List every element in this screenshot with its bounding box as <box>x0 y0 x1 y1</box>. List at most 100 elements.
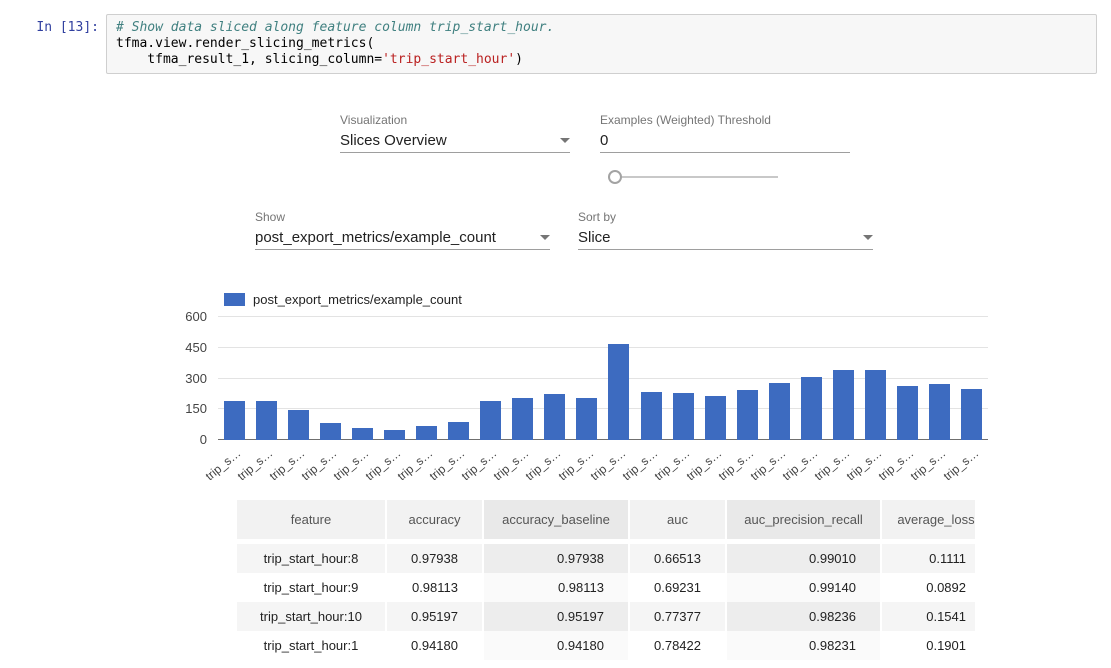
threshold-control: Examples (Weighted) Threshold 0 <box>600 113 850 184</box>
bar[interactable] <box>288 410 309 440</box>
table-row[interactable]: trip_start_hour:100.951970.951970.773770… <box>237 602 975 631</box>
threshold-slider[interactable] <box>608 170 778 184</box>
sort-label: Sort by <box>578 210 873 224</box>
bar[interactable] <box>801 377 822 440</box>
code-editor[interactable]: # Show data sliced along feature column … <box>106 14 1097 74</box>
metric-cell: 0.95197 <box>387 602 484 631</box>
metric-cell: 0.95197 <box>484 602 630 631</box>
controls-row-1: Visualization Slices Overview Examples (… <box>340 113 1111 184</box>
bar[interactable] <box>512 398 533 440</box>
bar[interactable] <box>544 394 565 440</box>
sort-value: Slice <box>578 229 611 246</box>
controls-row-2: Show post_export_metrics/example_count S… <box>255 210 1111 250</box>
bar-series <box>218 317 988 440</box>
bar[interactable] <box>448 422 469 440</box>
metric-cell: 0.97938 <box>387 544 484 573</box>
bar-slot <box>667 393 699 440</box>
bar[interactable] <box>833 370 854 440</box>
bar[interactable] <box>865 370 886 440</box>
code-comment: # Show data sliced along feature column … <box>116 20 554 35</box>
column-header-auc_precision_recall[interactable]: auc_precision_recall <box>727 500 882 544</box>
bar-slot <box>892 386 924 440</box>
bar-slot <box>795 377 827 440</box>
bar-slot <box>860 370 892 440</box>
bar[interactable] <box>769 383 790 440</box>
metric-cell: 0.98113 <box>387 573 484 602</box>
y-axis-tick-label: 300 <box>165 372 207 386</box>
bar[interactable] <box>480 401 501 440</box>
table-header-row: featureaccuracyaccuracy_baselineaucauc_p… <box>237 500 975 544</box>
feature-cell: trip_start_hour:10 <box>237 602 387 631</box>
legend-swatch <box>224 293 245 306</box>
bar-slot <box>731 390 763 440</box>
column-header-accuracy_baseline[interactable]: accuracy_baseline <box>484 500 630 544</box>
sort-control: Sort by Slice <box>578 210 873 250</box>
bar-slot <box>250 401 282 440</box>
threshold-value: 0 <box>600 132 608 149</box>
metric-cell: 0.99010 <box>727 544 882 573</box>
bar-slot <box>763 383 795 440</box>
bar[interactable] <box>320 423 341 440</box>
table-row[interactable]: trip_start_hour:90.981130.981130.692310.… <box>237 573 975 602</box>
bar-slot <box>314 423 346 440</box>
bar[interactable] <box>608 344 629 440</box>
y-axis-tick-label: 150 <box>165 402 207 416</box>
table-row[interactable]: trip_start_hour:10.941800.941800.784220.… <box>237 631 975 660</box>
metric-cell: 0.0892 <box>882 573 975 602</box>
code-line-2: tfma.view.render_slicing_metrics( <box>116 36 374 51</box>
bar[interactable] <box>673 393 694 440</box>
bar-slot <box>282 410 314 440</box>
bar[interactable] <box>897 386 918 440</box>
y-axis-tick-label: 0 <box>165 433 207 447</box>
chart-plot: 0150300450600 <box>218 317 988 440</box>
visualization-dropdown[interactable]: Slices Overview <box>340 132 570 153</box>
column-header-accuracy[interactable]: accuracy <box>387 500 484 544</box>
metric-cell: 0.77377 <box>630 602 727 631</box>
metric-cell: 0.1111 <box>882 544 975 573</box>
metrics-table-container: featureaccuracyaccuracy_baselineaucauc_p… <box>237 500 975 660</box>
bar[interactable] <box>576 398 597 440</box>
slider-track[interactable] <box>608 176 778 178</box>
x-axis-tick: trip_s… <box>956 440 988 482</box>
y-axis-tick-label: 450 <box>165 341 207 355</box>
table-row[interactable]: trip_start_hour:80.979380.979380.665130.… <box>237 544 975 573</box>
bar[interactable] <box>352 428 373 440</box>
show-dropdown[interactable]: post_export_metrics/example_count <box>255 229 550 250</box>
bar[interactable] <box>737 390 758 440</box>
bar-slot <box>218 401 250 440</box>
threshold-input[interactable]: 0 <box>600 132 850 153</box>
bar-slot <box>507 398 539 440</box>
metric-cell: 0.99140 <box>727 573 882 602</box>
bar-slot <box>956 389 988 440</box>
y-axis-tick-label: 600 <box>165 310 207 324</box>
bar[interactable] <box>705 396 726 440</box>
column-header-feature[interactable]: feature <box>237 500 387 544</box>
cell-prompt: In [13]: <box>0 14 106 74</box>
metric-cell: 0.98113 <box>484 573 630 602</box>
bar[interactable] <box>929 384 950 440</box>
visualization-label: Visualization <box>340 113 570 127</box>
bar[interactable] <box>641 392 662 440</box>
bar[interactable] <box>416 426 437 440</box>
metric-cell: 0.69231 <box>630 573 727 602</box>
feature-cell: trip_start_hour:1 <box>237 631 387 660</box>
metric-cell: 0.1901 <box>882 631 975 660</box>
bar-slot <box>924 384 956 440</box>
bar-slot <box>443 422 475 440</box>
column-header-auc[interactable]: auc <box>630 500 727 544</box>
bar[interactable] <box>224 401 245 440</box>
bar[interactable] <box>256 401 277 440</box>
bar[interactable] <box>961 389 982 440</box>
metric-cell: 0.98236 <box>727 602 882 631</box>
slider-knob[interactable] <box>608 170 622 184</box>
bar[interactable] <box>384 430 405 440</box>
sort-dropdown[interactable]: Slice <box>578 229 873 250</box>
column-header-average_loss[interactable]: average_loss <box>882 500 975 544</box>
metric-cell: 0.97938 <box>484 544 630 573</box>
x-axis-labels: trip_s…trip_s…trip_s…trip_s…trip_s…trip_… <box>218 440 988 482</box>
metric-cell: 0.94180 <box>387 631 484 660</box>
notebook-cell: In [13]: # Show data sliced along featur… <box>0 0 1111 74</box>
metric-cell: 0.1541 <box>882 602 975 631</box>
metric-cell: 0.78422 <box>630 631 727 660</box>
bar-slot <box>475 401 507 440</box>
